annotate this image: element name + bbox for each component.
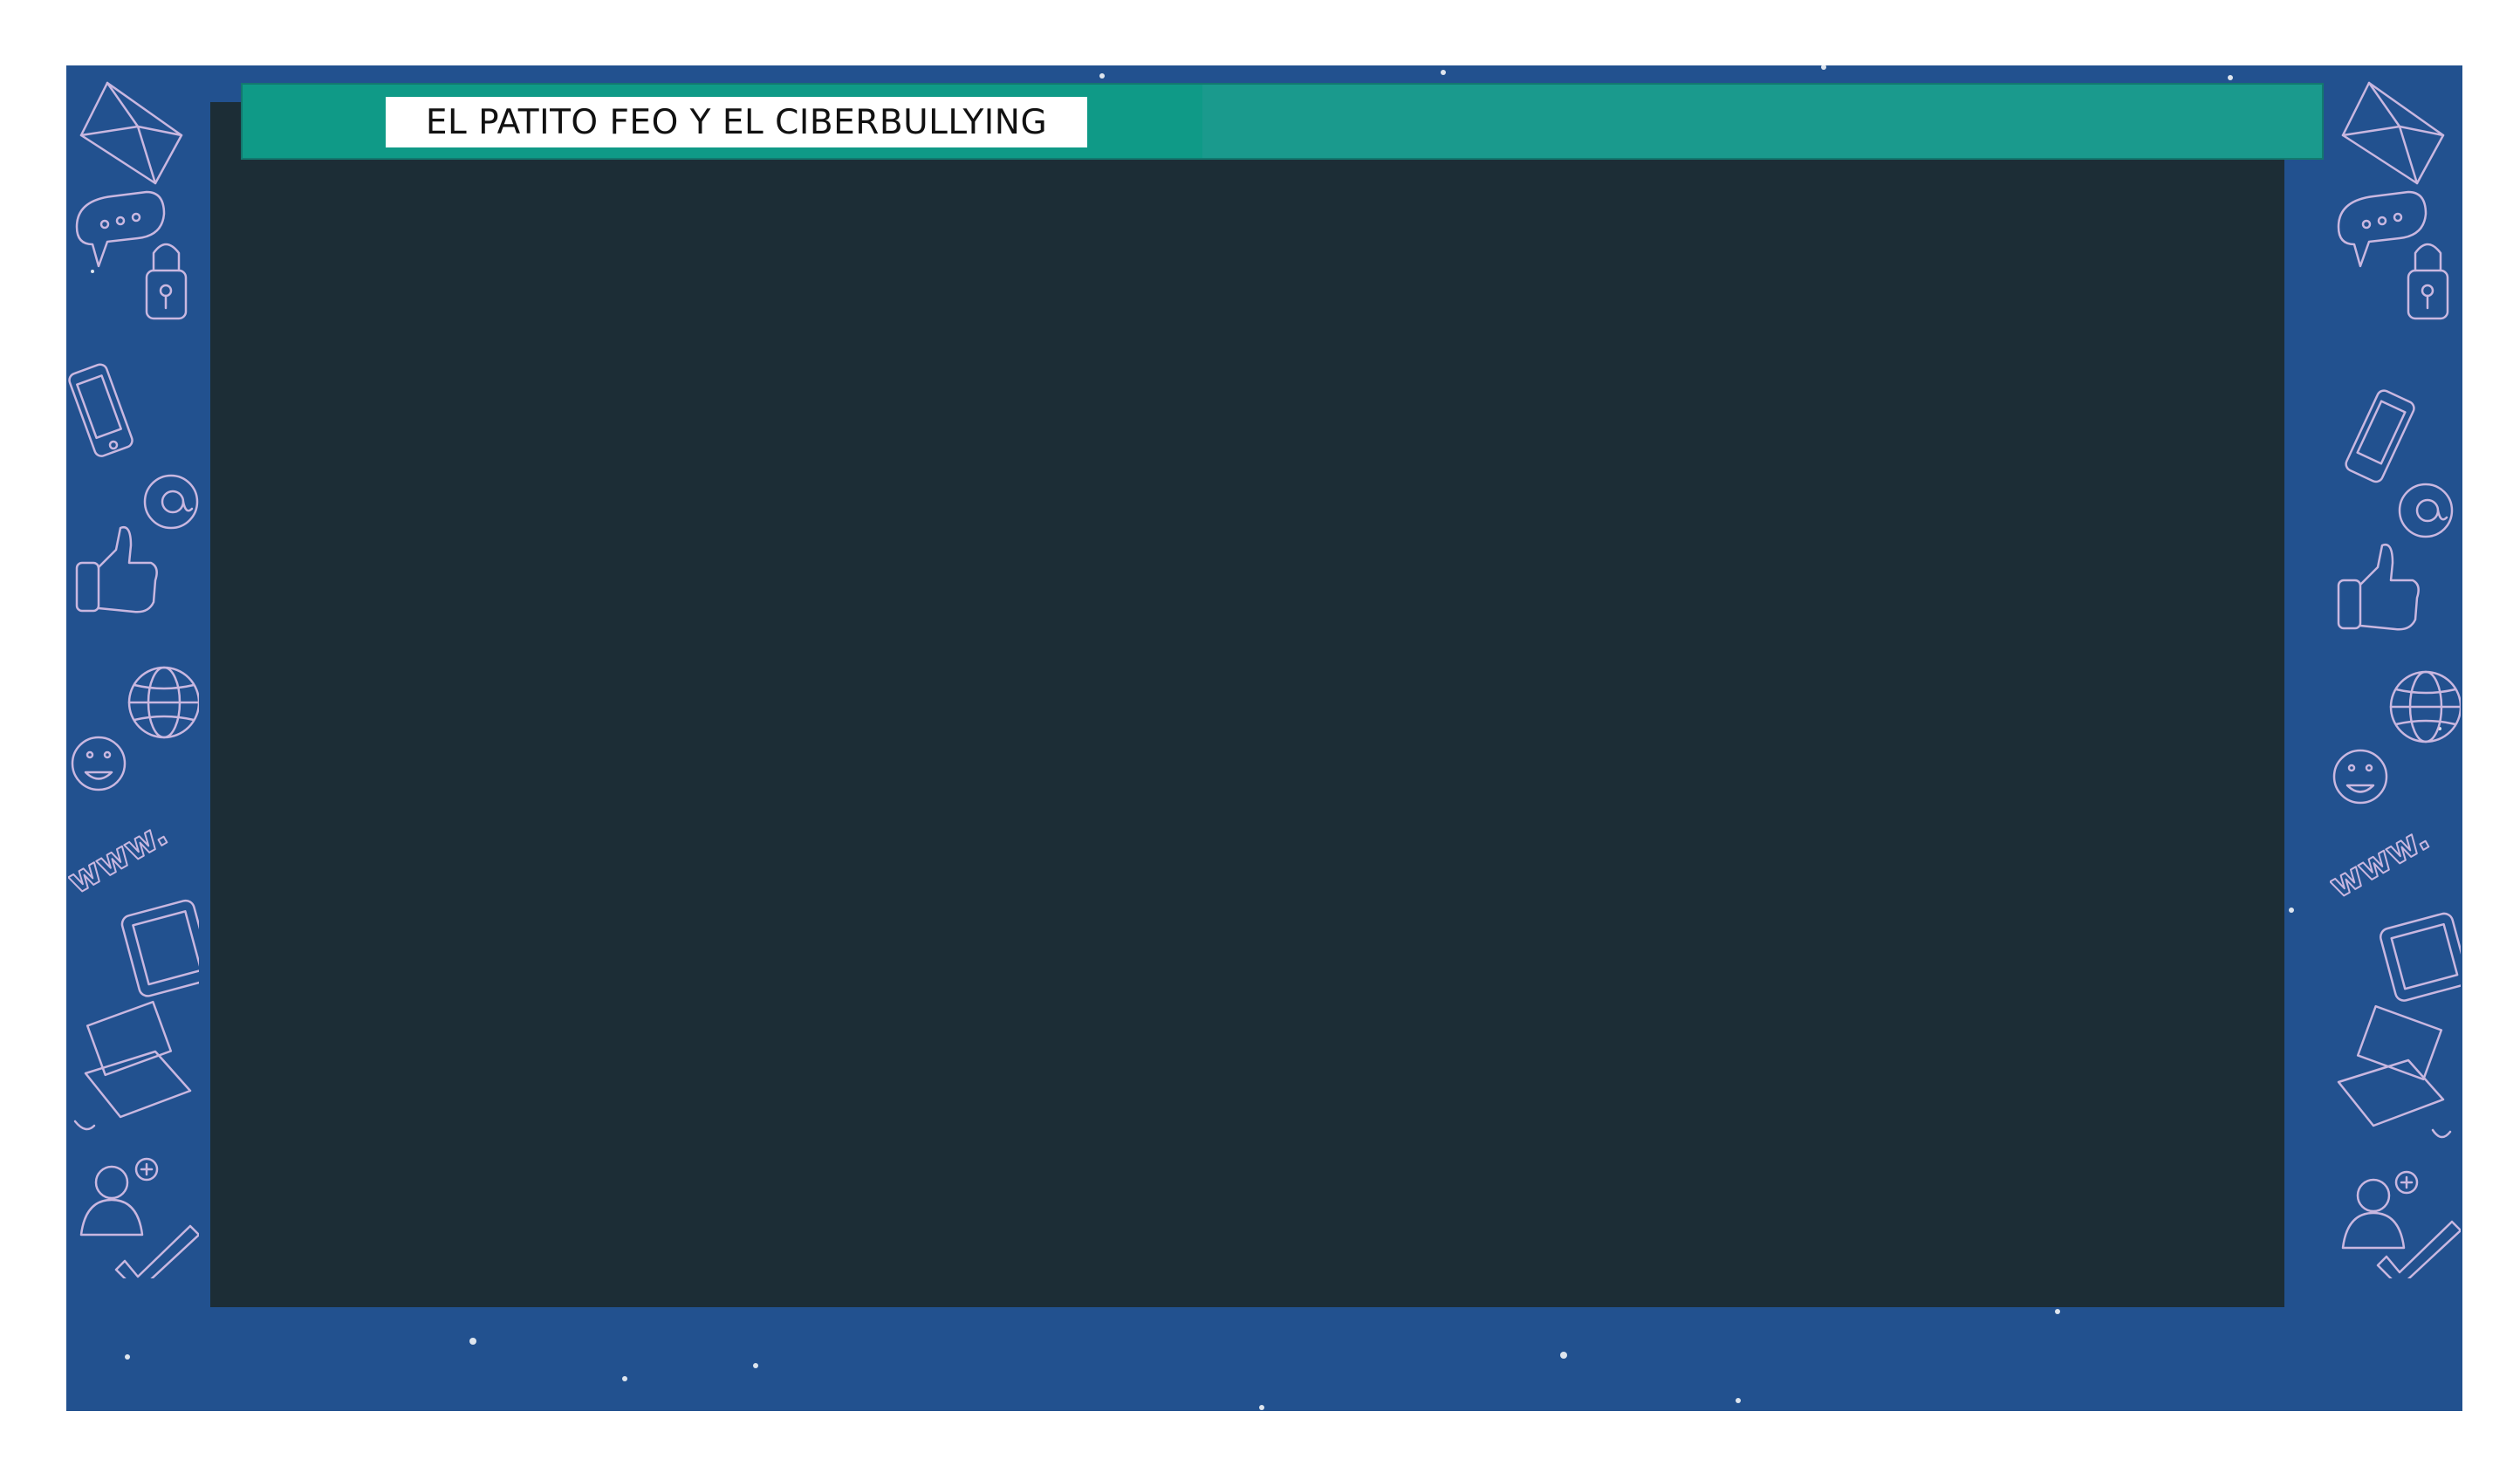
smartphone-icon <box>2345 389 2415 483</box>
chat-bubble-icon <box>2337 190 2428 268</box>
thumbs-up-icon <box>75 525 158 613</box>
laptop-icon <box>73 1000 192 1131</box>
padlock-icon <box>145 243 188 320</box>
globe-icon <box>2389 670 2462 743</box>
www-text-icon: www. <box>68 813 175 902</box>
user-add-icon <box>79 1157 159 1237</box>
globe-icon <box>127 666 201 739</box>
chat-bubble-icon <box>75 190 166 268</box>
tablet-icon <box>120 899 213 997</box>
title-bar: EL PATITO FEO Y EL CIBERBULLYING <box>241 83 2324 160</box>
left-doodle-column: www. <box>66 74 213 1293</box>
at-sign-icon <box>143 474 199 530</box>
slide-frame: EL PATITO FEO Y EL CIBERBULLYING www. ww… <box>66 65 2462 1411</box>
title-box: EL PATITO FEO Y EL CIBERBULLYING <box>386 97 1087 147</box>
thumbs-up-icon <box>2337 543 2420 631</box>
envelope-icon <box>2341 81 2445 185</box>
tablet-icon <box>2380 912 2462 1002</box>
smartphone-icon <box>68 363 134 457</box>
slide-title: EL PATITO FEO Y EL CIBERBULLYING <box>425 102 1048 142</box>
laptop-icon <box>2337 1004 2452 1139</box>
envelope-icon <box>79 81 183 185</box>
right-doodle-column: www. <box>2322 74 2462 1289</box>
smiley-icon <box>71 736 127 791</box>
smiley-icon <box>2332 749 2388 805</box>
content-board <box>210 102 2284 1307</box>
padlock-icon <box>2407 243 2449 320</box>
www-text-icon: www. <box>2330 818 2436 907</box>
checkmark-icon <box>2376 1220 2462 1289</box>
at-sign-icon <box>2398 483 2454 538</box>
user-add-icon <box>2341 1170 2419 1250</box>
